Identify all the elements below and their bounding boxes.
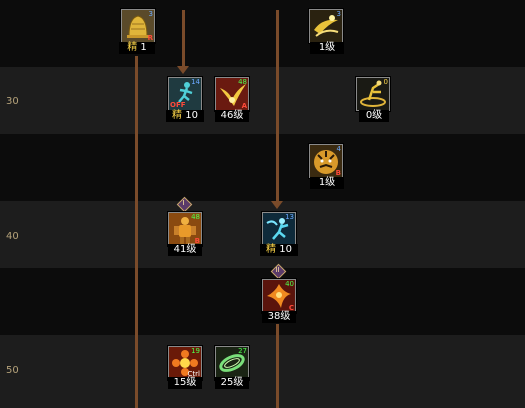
skill-level-badge: 3 xyxy=(148,10,153,18)
skill-slot-ring[interactable]: 27 xyxy=(215,346,249,380)
roman-numeral-text: II xyxy=(275,266,280,274)
skill-caption: 1级 xyxy=(310,42,344,54)
skill-slot-bell[interactable]: 3 R xyxy=(121,9,155,43)
off-badge: OFF xyxy=(170,101,186,109)
skill-level-badge: 13 xyxy=(285,213,294,221)
skill-level-badge: 19 xyxy=(191,347,200,355)
skill-slot-phoenix[interactable]: 40 C xyxy=(262,279,296,313)
skill-level-badge: 40 xyxy=(285,280,294,288)
skill-caption: 精 1 xyxy=(119,42,155,54)
level-label-30: 30 xyxy=(6,96,19,107)
skill-grade-badge: A xyxy=(241,102,247,110)
skill-level-badge: 48 xyxy=(191,213,200,221)
tier-row-1 xyxy=(0,0,525,67)
skill-caption: 38级 xyxy=(262,311,296,323)
tier-row-3 xyxy=(0,134,525,201)
skill-level-badge: 0 xyxy=(383,78,388,86)
skill-caption: 41级 xyxy=(168,244,202,256)
tier-row-6 xyxy=(0,335,525,408)
skill-caption: 25级 xyxy=(215,377,249,389)
connector-arrow xyxy=(177,66,189,74)
tier-row-2 xyxy=(0,67,525,134)
skill-grade-badge: R xyxy=(147,34,153,42)
skill-level-badge: 14 xyxy=(191,78,200,86)
skill-level-badge: 27 xyxy=(238,347,247,355)
skill-caption: 46级 xyxy=(215,110,249,122)
connector-line xyxy=(276,324,279,408)
roman-numeral-text: I xyxy=(182,199,185,207)
connector-line xyxy=(276,10,279,203)
skill-slot-flower[interactable]: 19 Ctrl xyxy=(168,346,202,380)
skill-slot-swirl[interactable]: 3 xyxy=(309,9,343,43)
skill-caption: 精 10 xyxy=(260,244,298,256)
connector-line xyxy=(182,10,185,68)
skill-slot-tiger[interactable]: 4 B xyxy=(309,144,343,178)
skill-slot-giant[interactable]: 48 B xyxy=(168,212,202,246)
level-label-40: 40 xyxy=(6,231,19,242)
connector-arrow xyxy=(271,201,283,209)
level-label-50: 50 xyxy=(6,365,19,376)
skill-level-badge: 48 xyxy=(238,78,247,86)
skill-caption: 0级 xyxy=(359,110,389,122)
skill-level-badge: 4 xyxy=(336,145,341,153)
skill-level-badge: 3 xyxy=(336,10,341,18)
connector-line xyxy=(135,56,138,408)
skill-slot-kick[interactable]: 0 xyxy=(356,77,390,111)
skill-slot-bird[interactable]: 48 A xyxy=(215,77,249,111)
skill-caption: 15级 xyxy=(168,377,202,389)
skill-slot-off[interactable]: 14 OFF xyxy=(168,77,202,111)
skill-caption: 1级 xyxy=(310,177,344,189)
skill-caption: 精 10 xyxy=(166,110,204,122)
skill-slot-cyan[interactable]: 13 xyxy=(262,212,296,246)
skill-grade-badge: B xyxy=(335,169,341,177)
